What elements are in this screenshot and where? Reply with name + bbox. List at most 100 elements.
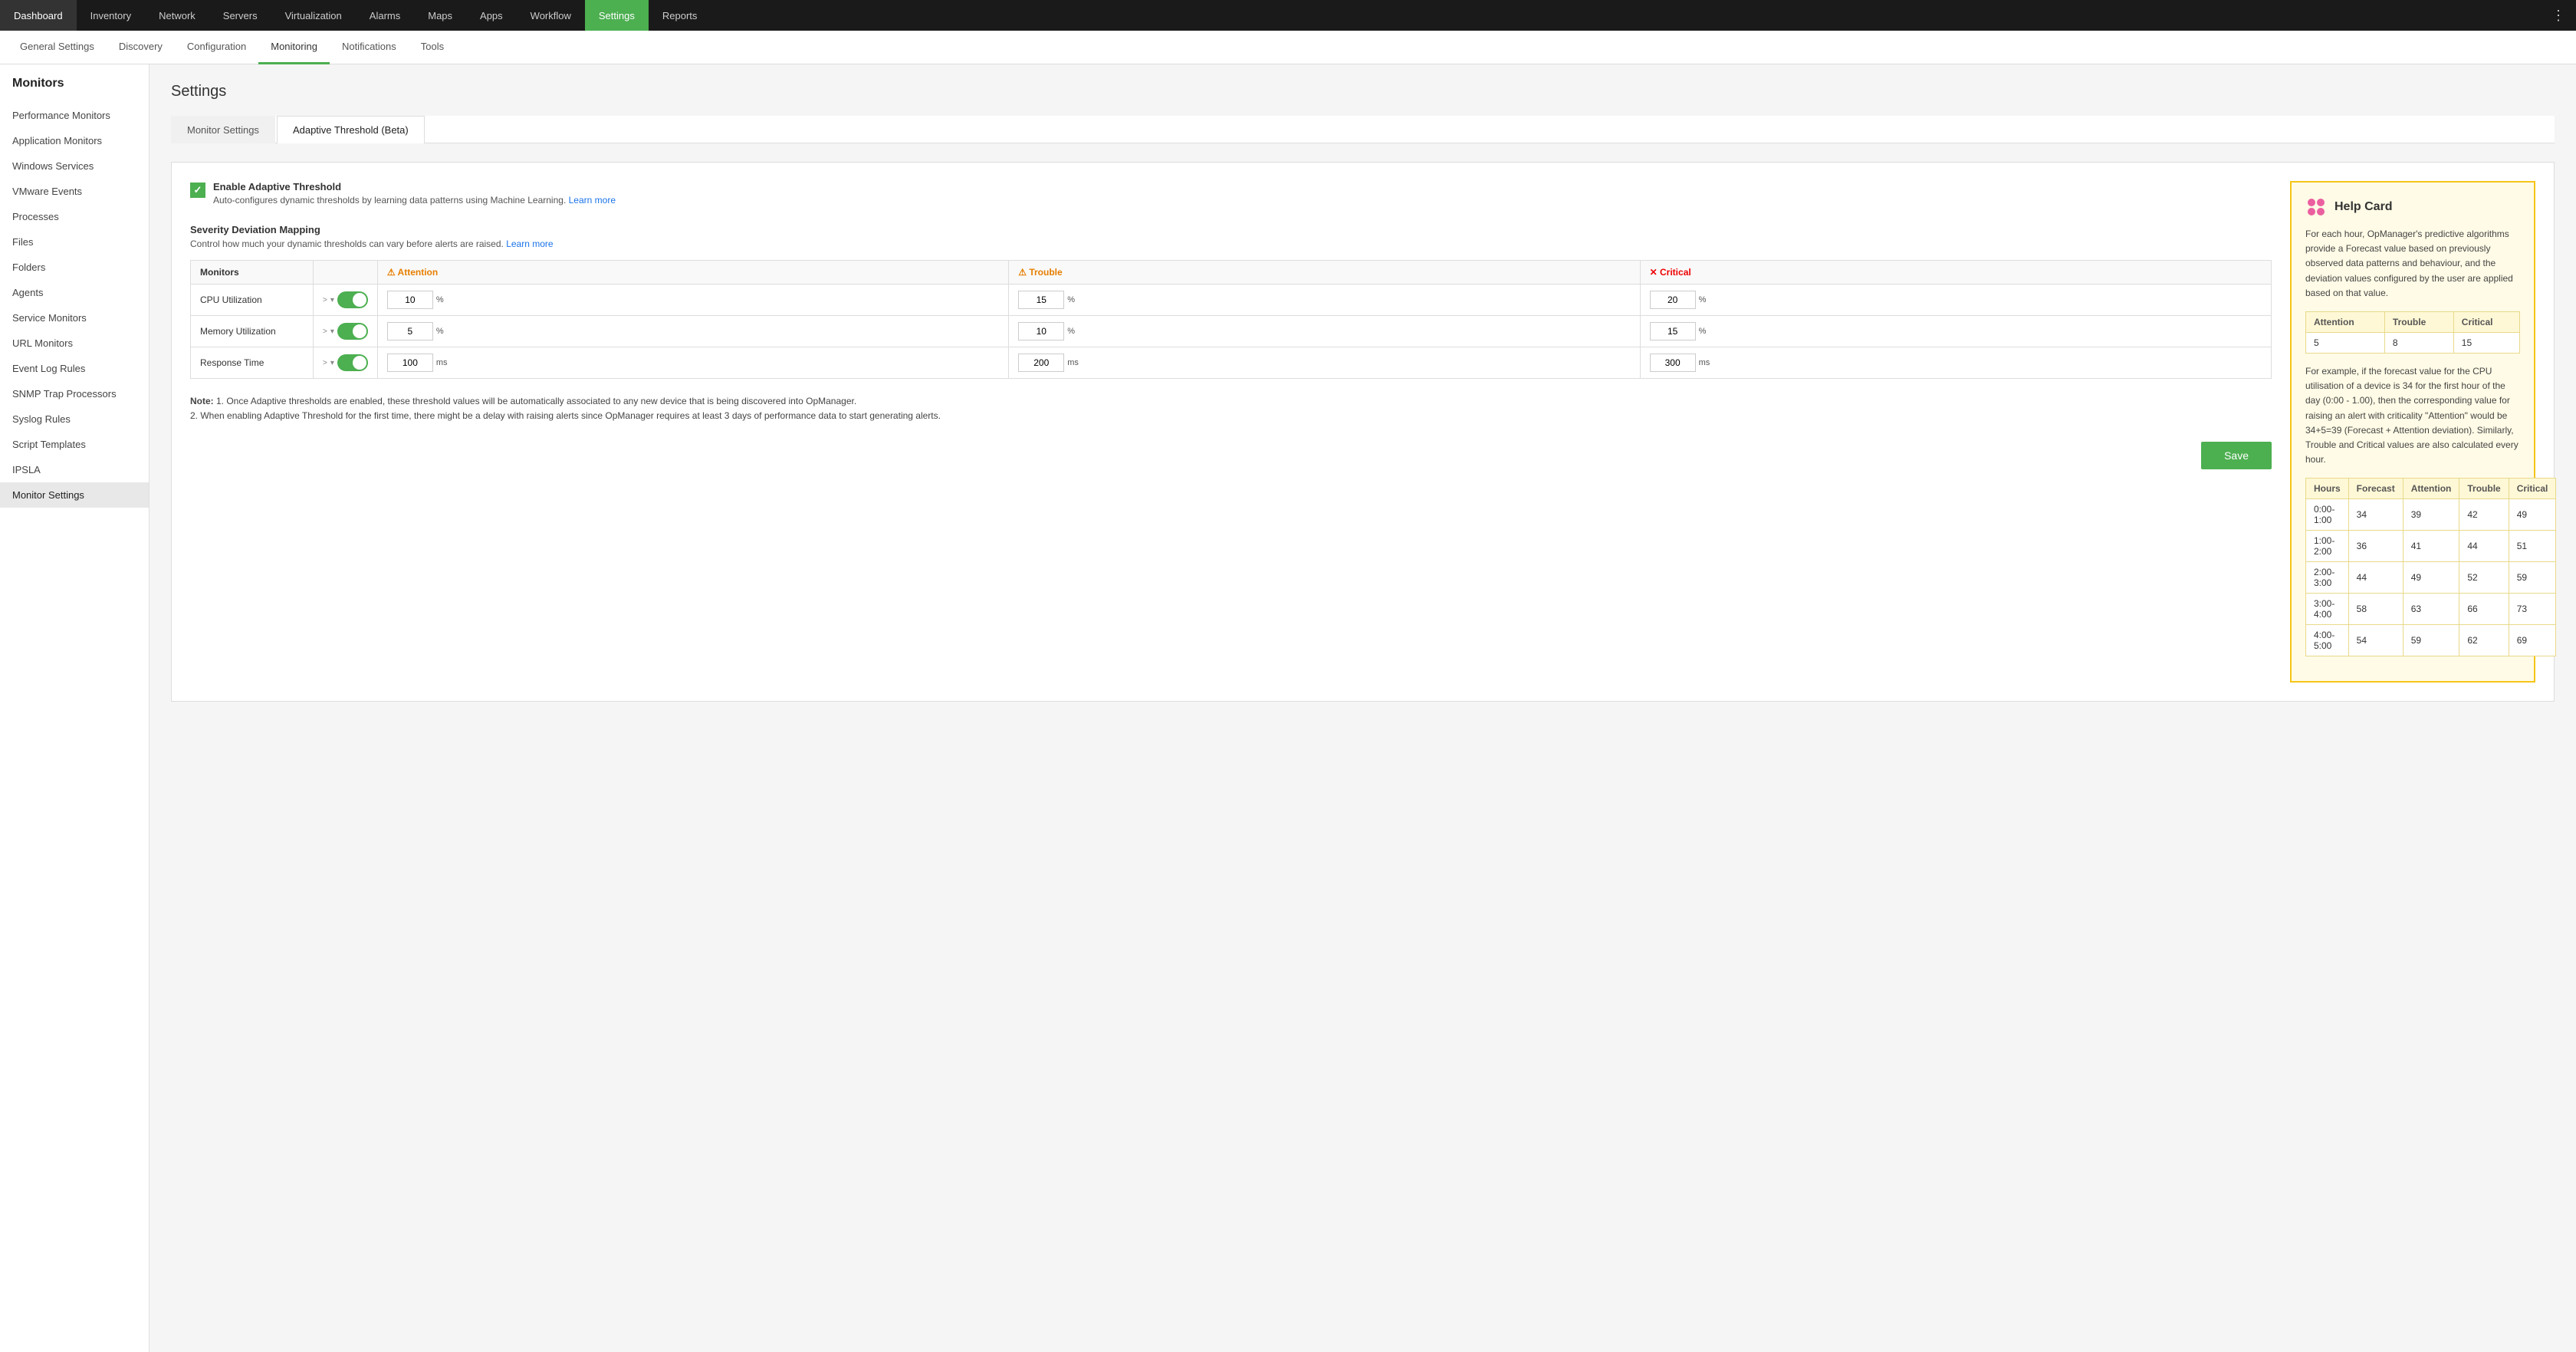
sidebar-item-service-monitors[interactable]: Service Monitors	[0, 305, 149, 331]
attention-input-response[interactable]	[387, 354, 433, 372]
sidebar-item-folders[interactable]: Folders	[0, 255, 149, 280]
save-button[interactable]: Save	[2201, 442, 2272, 469]
help-detail-header-row: Hours Forecast Attention Trouble Critica…	[2306, 479, 2556, 499]
th-trouble: ⚠ Trouble	[1009, 261, 1640, 285]
toggle-cpu[interactable]	[337, 291, 368, 308]
enable-desc: Auto-configures dynamic thresholds by le…	[213, 195, 616, 206]
sidebar-item-snmp-trap[interactable]: SNMP Trap Processors	[0, 381, 149, 406]
critical-input-cpu[interactable]	[1650, 291, 1696, 309]
nav-maps[interactable]: Maps	[414, 0, 466, 31]
help-icon	[2305, 196, 2327, 218]
severity-learn-more-link[interactable]: Learn more	[506, 238, 553, 249]
help-detail-cell: 54	[2348, 625, 2403, 656]
attention-unit-memory: %	[436, 327, 444, 336]
sidebar-item-monitor-settings[interactable]: Monitor Settings	[0, 482, 149, 508]
main-content: Settings Monitor Settings Adaptive Thres…	[150, 64, 2576, 1352]
enable-learn-more-link[interactable]: Learn more	[569, 195, 616, 206]
help-detail-row: 3:00-4:0058636673	[2306, 594, 2556, 625]
attention-input-memory[interactable]	[387, 322, 433, 340]
help-card: Help Card For each hour, OpManager's pre…	[2290, 181, 2535, 683]
monitor-name-response: Response Time	[191, 347, 314, 379]
sidebar-item-agents[interactable]: Agents	[0, 280, 149, 305]
help-summary-data-row: 5 8 15	[2306, 332, 2520, 353]
critical-input-memory[interactable]	[1650, 322, 1696, 340]
attention-input-cpu[interactable]	[387, 291, 433, 309]
sidebar-item-application[interactable]: Application Monitors	[0, 128, 149, 153]
help-detail-cell: 69	[2509, 625, 2556, 656]
nav-workflow[interactable]: Workflow	[517, 0, 585, 31]
sidebar-item-syslog[interactable]: Syslog Rules	[0, 406, 149, 432]
critical-unit-response: ms	[1699, 358, 1710, 367]
critical-unit-cpu: %	[1699, 295, 1707, 304]
critical-cell-response: ms	[1640, 347, 2271, 379]
trouble-input-cpu[interactable]	[1018, 291, 1064, 309]
help-detail-cell: 3:00-4:00	[2306, 594, 2349, 625]
th-attention: ⚠ Attention	[377, 261, 1008, 285]
trouble-input-memory[interactable]	[1018, 322, 1064, 340]
help-detail-cell: 66	[2459, 594, 2509, 625]
toggle-response[interactable]	[337, 354, 368, 371]
th-critical: ✕ Critical	[1640, 261, 2271, 285]
sidebar-item-url-monitors[interactable]: URL Monitors	[0, 331, 149, 356]
sidebar-item-performance[interactable]: Performance Monitors	[0, 103, 149, 128]
critical-cell-cpu: %	[1640, 285, 2271, 316]
nav-virtualization[interactable]: Virtualization	[271, 0, 356, 31]
help-summary-table: Attention Trouble Critical 5 8 15	[2305, 311, 2520, 354]
monitor-name-cpu: CPU Utilization	[191, 285, 314, 316]
tab-adaptive-threshold[interactable]: Adaptive Threshold (Beta)	[277, 116, 425, 143]
subnav-notifications[interactable]: Notifications	[330, 31, 409, 64]
help-detail-th-critical: Critical	[2509, 479, 2556, 499]
help-detail-cell: 52	[2459, 562, 2509, 594]
help-detail-cell: 4:00-5:00	[2306, 625, 2349, 656]
nav-more-dots[interactable]: ⋮	[2541, 0, 2576, 31]
attention-cell-response: ms	[377, 347, 1008, 379]
nav-servers[interactable]: Servers	[209, 0, 271, 31]
nav-apps[interactable]: Apps	[466, 0, 517, 31]
subnav-discovery[interactable]: Discovery	[107, 31, 175, 64]
help-card-title: Help Card	[2334, 200, 2393, 214]
enable-checkbox[interactable]: ✓	[190, 183, 205, 198]
nav-dashboard[interactable]: Dashboard	[0, 0, 77, 31]
help-detail-cell: 1:00-2:00	[2306, 531, 2349, 562]
toggle-memory[interactable]	[337, 323, 368, 340]
help-card-icon-svg	[2305, 196, 2327, 218]
nav-reports[interactable]: Reports	[649, 0, 711, 31]
severity-section-title: Severity Deviation Mapping	[190, 224, 2272, 235]
sidebar-item-files[interactable]: Files	[0, 229, 149, 255]
subnav-monitoring[interactable]: Monitoring	[258, 31, 330, 64]
nav-alarms[interactable]: Alarms	[356, 0, 414, 31]
sidebar-item-processes[interactable]: Processes	[0, 204, 149, 229]
trouble-input-response[interactable]	[1018, 354, 1064, 372]
help-trouble-val: 8	[2384, 332, 2453, 353]
sidebar-item-ipsla[interactable]: IPSLA	[0, 457, 149, 482]
help-detail-cell: 59	[2403, 625, 2459, 656]
nav-inventory[interactable]: Inventory	[77, 0, 145, 31]
page-layout: Monitors Performance Monitors Applicatio…	[0, 64, 2576, 1352]
th-monitors: Monitors	[191, 261, 314, 285]
subnav-configuration[interactable]: Configuration	[175, 31, 258, 64]
nav-settings[interactable]: Settings	[585, 0, 649, 31]
tab-monitor-settings[interactable]: Monitor Settings	[171, 116, 275, 143]
nav-network[interactable]: Network	[145, 0, 209, 31]
sidebar-item-windows-services[interactable]: Windows Services	[0, 153, 149, 179]
help-attention-val: 5	[2306, 332, 2385, 353]
arrow-right-response: >	[323, 359, 327, 367]
sidebar-item-event-log[interactable]: Event Log Rules	[0, 356, 149, 381]
help-detail-row: 1:00-2:0036414451	[2306, 531, 2556, 562]
subnav-general[interactable]: General Settings	[8, 31, 107, 64]
trouble-cell-memory: %	[1009, 316, 1640, 347]
trouble-unit-cpu: %	[1067, 295, 1075, 304]
help-detail-cell: 34	[2348, 499, 2403, 531]
sidebar-item-script-templates[interactable]: Script Templates	[0, 432, 149, 457]
enable-adaptive-threshold-row: ✓ Enable Adaptive Threshold Auto-configu…	[190, 181, 2272, 206]
critical-input-response[interactable]	[1650, 354, 1696, 372]
attention-unit-cpu: %	[436, 295, 444, 304]
top-navigation: Dashboard Inventory Network Servers Virt…	[0, 0, 2576, 31]
sidebar-item-vmware[interactable]: VMware Events	[0, 179, 149, 204]
page-title: Settings	[171, 83, 2555, 100]
help-example-text: For example, if the forecast value for t…	[2305, 364, 2520, 467]
trouble-icon: ⚠	[1018, 267, 1029, 278]
help-critical-val: 15	[2453, 332, 2519, 353]
subnav-tools[interactable]: Tools	[409, 31, 456, 64]
help-detail-cell: 36	[2348, 531, 2403, 562]
